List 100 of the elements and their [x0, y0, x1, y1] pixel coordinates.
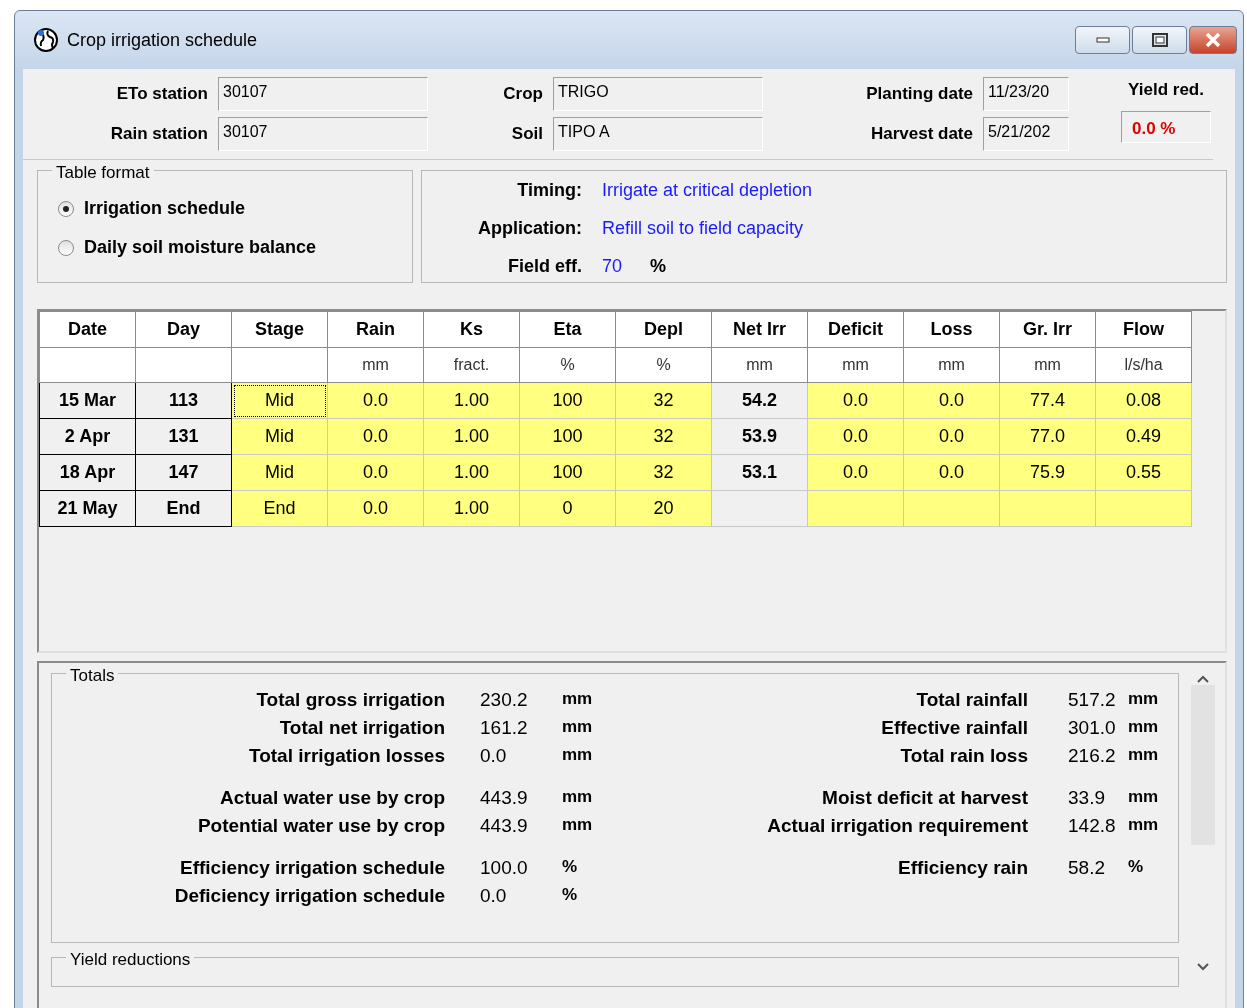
total-value: 161.2 [479, 716, 529, 740]
table-cell: 0.0 [807, 382, 904, 419]
column-header: Net Irr [711, 311, 808, 348]
unit-cell: fract. [423, 347, 520, 383]
column-header: Loss [903, 311, 1000, 348]
table-cell: 1.00 [423, 382, 520, 419]
table-cell: 100 [519, 454, 616, 491]
total-label: Deficiency irrigation schedule [173, 884, 445, 908]
column-header: Day [135, 311, 232, 348]
column-header: Deficit [807, 311, 904, 348]
table-cell: 0.0 [327, 418, 424, 455]
unit-cell: mm [327, 347, 424, 383]
total-value: 0.0 [479, 744, 508, 768]
unit-label: % [561, 884, 579, 906]
total-label: Total rainfall [915, 688, 1028, 712]
unit-label: mm [1128, 786, 1160, 808]
unit-label: % [561, 856, 579, 878]
table-cell: 0.55 [1095, 454, 1192, 491]
minimize-button[interactable] [1075, 26, 1130, 54]
unit-label: mm [561, 688, 594, 710]
field-label: Rain station [109, 123, 208, 146]
text-field[interactable]: 5/21/202 [983, 117, 1069, 151]
table-cell: 0.0 [807, 454, 904, 491]
table-cell: 0 [519, 490, 616, 527]
total-value: 230.2 [479, 688, 529, 712]
total-value: 0.0 [479, 884, 508, 908]
yield-label: Yield red. [1128, 79, 1204, 101]
table-cell: 100 [519, 418, 616, 455]
table-cell: 21 May [39, 490, 136, 527]
text-field[interactable]: TIPO A [553, 117, 763, 151]
total-value: 443.9 [479, 814, 529, 838]
unit-label: mm [561, 786, 594, 808]
setting-link[interactable]: Irrigate at critical depletion [602, 177, 813, 204]
table-cell: 32 [615, 418, 712, 455]
globe-icon [33, 27, 59, 53]
maximize-icon [1151, 33, 1168, 47]
unit-label: mm [1128, 716, 1160, 738]
table-cell: 0.0 [903, 382, 1000, 419]
table-cell: 1.00 [423, 418, 520, 455]
scroll-thumb[interactable] [1191, 684, 1215, 845]
table-cell: 113 [135, 382, 232, 419]
text-field[interactable]: 11/23/20 [983, 77, 1069, 111]
unit-label: mm [1128, 688, 1160, 710]
radio-button[interactable] [58, 200, 74, 217]
radio-label[interactable]: Irrigation schedule [84, 195, 246, 222]
total-label: Total gross irrigation [255, 688, 445, 712]
text-field[interactable]: 30107 [218, 77, 428, 111]
text-field[interactable]: TRIGO [553, 77, 763, 111]
total-label: Potential water use by crop [196, 814, 445, 838]
column-header: Depl [615, 311, 712, 348]
unit-label: mm [1128, 814, 1160, 836]
total-value: 517.2 [1067, 688, 1117, 712]
table-cell: 0.0 [327, 382, 424, 419]
close-button[interactable] [1189, 26, 1237, 54]
column-header: Rain [327, 311, 424, 348]
total-label: Total rain loss [899, 744, 1028, 768]
table-cell: 0.0 [327, 490, 424, 527]
maximize-button[interactable] [1132, 26, 1187, 54]
setting-link[interactable]: 70 [602, 253, 623, 280]
table-cell: Mid [231, 382, 328, 419]
total-value: 142.8 [1067, 814, 1117, 838]
unit-cell: mm [711, 347, 808, 383]
total-label: Moist deficit at harvest [821, 786, 1028, 810]
total-label: Total irrigation losses [247, 744, 445, 768]
total-value: 216.2 [1067, 744, 1117, 768]
total-label: Effective rainfall [880, 716, 1028, 740]
table-cell: 77.0 [999, 418, 1096, 455]
table-cell: 147 [135, 454, 232, 491]
setting-label: Field eff. [507, 255, 582, 278]
total-label: Efficiency irrigation schedule [178, 856, 445, 880]
setting-label: Application: [477, 217, 582, 240]
yield-value: 0.0 % [1121, 110, 1211, 143]
setting-link[interactable]: Refill soil to field capacity [602, 215, 804, 242]
column-header: Date [39, 311, 136, 348]
field-label: ETo station [115, 83, 208, 106]
text-field[interactable]: 30107 [218, 117, 428, 151]
total-label: Efficiency rain [897, 856, 1028, 880]
radio-button[interactable] [58, 239, 74, 256]
unit-label: mm [561, 814, 594, 836]
unit-cell: mm [903, 347, 1000, 383]
column-header: Stage [231, 311, 328, 348]
scrollbar[interactable] [1189, 673, 1217, 973]
scroll-up-icon[interactable] [1196, 673, 1210, 685]
total-label: Total net irrigation [278, 716, 445, 740]
window-title: Crop irrigation schedule [67, 28, 258, 52]
unit-label: mm [1128, 744, 1160, 766]
total-value: 58.2 [1067, 856, 1106, 880]
unit-cell: mm [807, 347, 904, 383]
scroll-down-icon[interactable] [1196, 961, 1210, 973]
unit-label: mm [561, 744, 594, 766]
column-header: Eta [519, 311, 616, 348]
radio-label[interactable]: Daily soil moisture balance [84, 234, 317, 261]
total-value: 301.0 [1067, 716, 1117, 740]
table-cell: End [135, 490, 232, 527]
setting-label: Timing: [516, 179, 582, 202]
table-cell: Mid [231, 418, 328, 455]
table-cell: 32 [615, 454, 712, 491]
table-cell: 0.08 [1095, 382, 1192, 419]
unit-label: mm [561, 716, 594, 738]
table-cell: 75.9 [999, 454, 1096, 491]
